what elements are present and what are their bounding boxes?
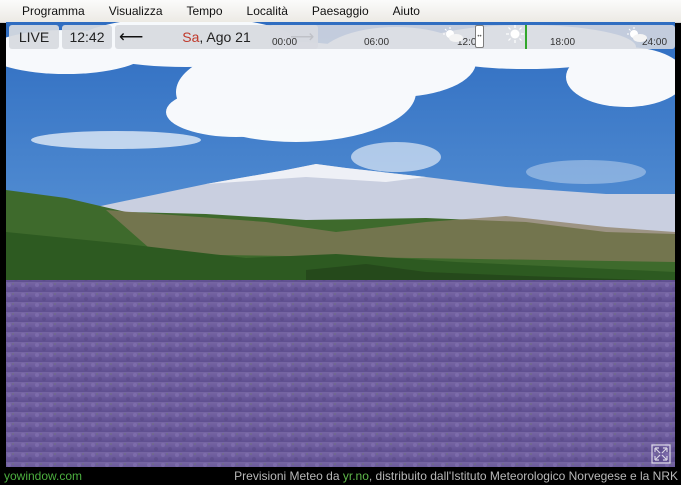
- partly-cloudy-icon: [627, 27, 647, 42]
- time-slider-handle[interactable]: ••: [475, 25, 484, 48]
- date-text: , Ago 21: [199, 29, 251, 45]
- tick-label: 00:00: [272, 37, 298, 48]
- tick-label: 06:00: [364, 37, 390, 48]
- date-day-of-week: Sa: [182, 29, 200, 45]
- menu-localita[interactable]: Località: [235, 0, 300, 22]
- credit-text: Previsioni Meteo da yr.no, distribuito d…: [234, 467, 678, 485]
- site-link[interactable]: yowindow.com: [4, 467, 82, 485]
- landscape-image: [6, 22, 675, 467]
- live-button[interactable]: LIVE: [9, 25, 59, 49]
- menu-bar: Programma Visualizza Tempo Località Paes…: [0, 0, 681, 23]
- menu-tempo[interactable]: Tempo: [175, 0, 235, 22]
- tick-label: 18:00: [550, 37, 576, 48]
- partly-cloudy-icon: [443, 27, 463, 42]
- credit-prefix: Previsioni Meteo da: [234, 469, 343, 483]
- yr-link[interactable]: yr.no: [343, 469, 369, 483]
- sun-icon: [506, 25, 524, 43]
- now-marker: [525, 25, 527, 49]
- current-time: 12:42: [62, 25, 112, 49]
- timeline-bar[interactable]: 00:00 06:00 12:00 18:00 24:00 ••: [270, 25, 675, 49]
- credit-suffix: , distribuito dall'Istituto Meteorologic…: [368, 469, 678, 483]
- footer: yowindow.com Previsioni Meteo da yr.no, …: [0, 467, 681, 485]
- menu-programma[interactable]: Programma: [0, 0, 97, 22]
- arrow-left-icon[interactable]: ⟵: [119, 25, 143, 49]
- landscape-view: [6, 22, 675, 467]
- fullscreen-icon[interactable]: [651, 444, 671, 464]
- date-label: Sa, Ago 21: [182, 29, 251, 45]
- menu-aiuto[interactable]: Aiuto: [381, 0, 432, 22]
- menu-visualizza[interactable]: Visualizza: [97, 0, 175, 22]
- menu-paesaggio[interactable]: Paesaggio: [300, 0, 381, 22]
